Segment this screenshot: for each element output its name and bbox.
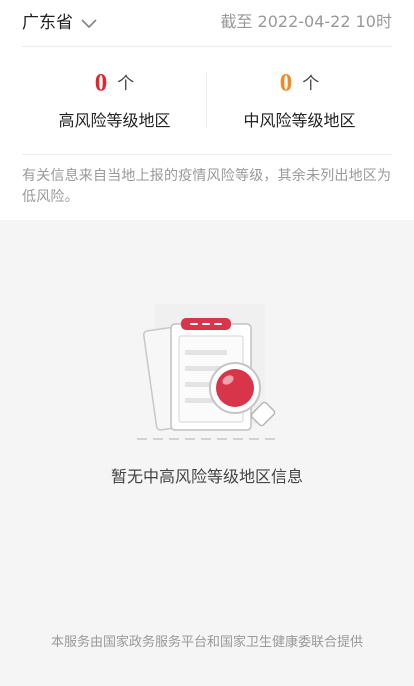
risk-stats: 0个 高风险等级地区 0个 中风险等级地区 — [22, 46, 392, 155]
mid-risk-stat[interactable]: 0个 中风险等级地区 — [207, 46, 392, 154]
mid-risk-label: 中风险等级地区 — [243, 111, 356, 130]
footer-credit: 本服务由国家政务服务平台和国家卫生健康委联合提供 — [50, 635, 363, 650]
risk-notice: 有关信息来自当地上报的疫情风险等级，其余未列出地区为低风险。 — [22, 168, 392, 205]
high-risk-number: 0 — [94, 69, 108, 97]
empty-document-search-icon — [135, 300, 280, 445]
high-risk-count: 0个 — [22, 68, 207, 98]
high-risk-label: 高风险等级地区 — [58, 111, 171, 130]
mid-risk-unit: 个 — [302, 73, 320, 94]
chevron-down-icon — [81, 13, 97, 35]
high-risk-stat[interactable]: 0个 高风险等级地区 — [22, 46, 207, 154]
province-label: 广东省 — [22, 13, 73, 33]
mid-risk-number: 0 — [279, 69, 293, 97]
mid-risk-count: 0个 — [207, 68, 392, 98]
risk-summary-card: 广东省 截至 2022-04-22 10时 0个 高风险等级地区 0个 中风险等… — [0, 0, 414, 220]
high-risk-unit: 个 — [117, 73, 135, 94]
province-selector[interactable]: 广东省 — [22, 11, 97, 35]
header-row: 广东省 截至 2022-04-22 10时 — [22, 0, 392, 47]
empty-state-text: 暂无中高风险等级地区信息 — [110, 467, 303, 486]
update-timestamp: 截至 2022-04-22 10时 — [220, 12, 392, 31]
